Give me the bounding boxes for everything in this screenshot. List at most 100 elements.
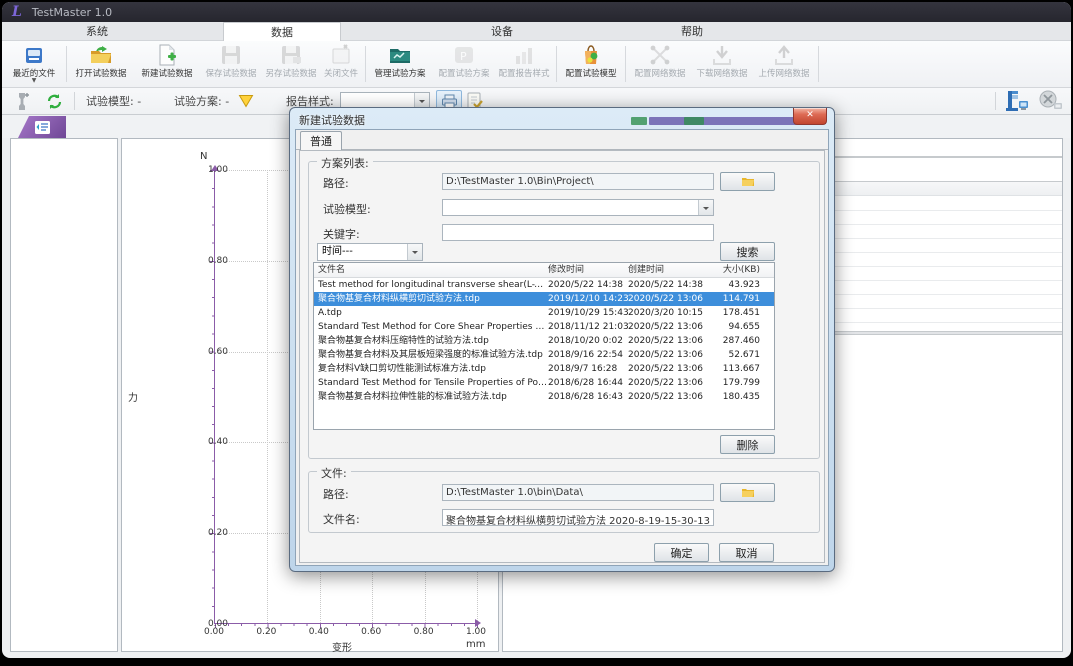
table-row[interactable]: 聚合物基复合材料及其层板短梁强度的标准试验方法.tdp 2018/9/16 22… [314,348,774,362]
glass-reflection [631,117,647,125]
folder-browse-icon [741,487,755,498]
col-modified[interactable]: 修改时间 [548,263,628,277]
x-tick-label: 1.00 [456,627,496,637]
tab-system[interactable]: 系统 [42,22,152,41]
save-as-data-icon [279,43,303,67]
table-row[interactable]: 聚合物基复合材料压缩特性的试验方法.tdp 2018/10/20 0:02 20… [314,334,774,348]
network-download-icon [710,43,734,67]
new-data-icon [155,43,179,67]
file-browse-button[interactable] [720,483,775,502]
recent-files-button[interactable]: 最近的文件 ▼ [5,43,63,86]
ok-button[interactable]: 确定 [654,543,709,562]
app-logo-icon: L [12,4,22,20]
specimen-button[interactable] [14,88,32,114]
ribbon-divider [818,46,819,82]
x-tick-label: 0.60 [351,627,391,637]
manage-scheme-button[interactable]: 管理试验方案 [368,43,432,86]
y-axis-title: 力 [128,389,138,404]
x-axis-arrow [475,619,485,627]
report-style-label: 配置报告样式 [498,67,549,79]
tab-device[interactable]: 设备 [447,22,557,41]
save-as-data-label: 另存试验数据 [265,67,316,79]
filter-icon [238,94,254,108]
table-row[interactable]: A.tdp 2019/10/29 15:43 2020/3/20 10:15 1… [314,306,774,320]
col-size[interactable]: 大小(KB) [708,263,766,277]
new-data-button[interactable]: 新建试验数据 [135,43,199,86]
search-button[interactable]: 搜索 [720,242,775,261]
cancel-button[interactable]: 取消 [719,543,774,562]
new-test-data-dialog: 新建试验数据 ✕ 普通 方案列表: 路径: D:\TestMaster 1.0\… [289,107,835,572]
screenshot-frame: L TestMaster 1.0 系统 数据 设备 帮助 最近的文件 ▼ 打开试… [0,0,1073,666]
x-axis-title: 变形 [332,639,352,654]
time-filter-select[interactable]: 时间--- [317,243,423,261]
y-axis-unit: N [200,151,207,162]
dialog-close-button[interactable]: ✕ [793,108,827,125]
keyword-label: 关键字: [323,226,360,242]
config-scheme-icon: P [452,43,476,67]
config-model-icon [579,43,603,67]
table-row[interactable]: 复合材料V缺口剪切性能测试标准方法.tdp 2018/9/7 16:28 202… [314,362,774,376]
machine-status-button[interactable] [1005,88,1031,114]
save-as-data-button: 另存试验数据 [261,43,321,86]
network-disconnected-icon [1038,90,1064,112]
test-data-document-icon [34,120,51,135]
chevron-down-icon [698,200,713,215]
network-config-icon [648,43,672,67]
keyword-input[interactable] [442,224,714,241]
refresh-button[interactable] [46,88,63,114]
table-row[interactable]: Standard Test Method for Tensile Propert… [314,376,774,390]
file-path-label: 路径: [323,486,349,502]
folder-browse-icon [741,176,755,187]
title-bar: L TestMaster 1.0 [2,2,1071,22]
table-row-selected[interactable]: 聚合物基复合材料纵横剪切试验方法.tdp 2019/12/10 14:23 20… [314,292,774,306]
y-tick-label: 1.00 [188,165,228,175]
close-file-button: 关闭文件 [319,43,363,86]
dialog-title-bar[interactable]: 新建试验数据 ✕ [290,108,834,129]
document-tab[interactable] [18,116,66,138]
dialog-tab-general[interactable]: 普通 [300,131,342,151]
open-data-button[interactable]: 打开试验数据 [69,43,133,86]
config-scheme-label: 配置试验方案 [438,67,489,79]
file-list-panel[interactable] [10,138,118,652]
scheme-browse-button[interactable] [720,172,775,191]
table-row[interactable]: 聚合物基复合材料拉伸性能的标准试验方法.tdp 2018/6/28 16:43 … [314,390,774,404]
test-model-value [443,200,446,211]
file-group: 文件: 路径: D:\TestMaster 1.0\bin\Data\ 文件名:… [308,471,820,533]
open-data-icon [89,43,113,67]
tab-data[interactable]: 数据 [223,22,341,41]
scheme-list-group: 方案列表: 路径: D:\TestMaster 1.0\Bin\Project\… [308,161,820,459]
delete-button[interactable]: 删除 [720,435,775,454]
file-path-field[interactable]: D:\TestMaster 1.0\bin\Data\ [442,484,714,501]
network-status-button[interactable] [1038,88,1064,114]
scheme-path-label: 路径: [323,175,349,191]
glass-reflection [649,117,813,125]
ribbon-divider [365,46,366,82]
manage-scheme-icon [388,43,412,67]
time-filter-value: 时间--- [318,246,353,257]
app-window: L TestMaster 1.0 系统 数据 设备 帮助 最近的文件 ▼ 打开试… [2,2,1071,658]
table-row[interactable]: Standard Test Method for Core Shear Prop… [314,320,774,334]
network-upload-icon [772,43,796,67]
y-tick-label: 0.80 [188,256,228,266]
chevron-down-icon: ▼ [32,79,37,83]
specimen-icon [14,91,32,111]
recent-files-icon [22,43,46,67]
x-tick-label: 0.20 [246,627,286,637]
dialog-tab-page: 方案列表: 路径: D:\TestMaster 1.0\Bin\Project\… [299,150,825,563]
config-scheme-button: P 配置试验方案 [434,43,494,86]
col-filename[interactable]: 文件名 [314,263,548,277]
close-file-icon [329,43,353,67]
test-model-select[interactable] [442,199,714,216]
filename-label: 文件名: [323,511,360,527]
filter-button[interactable] [238,88,254,114]
col-created[interactable]: 创建时间 [628,263,708,277]
filename-input[interactable]: 聚合物基复合材料纵横剪切试验方法 2020-8-19-15-30-13 [442,509,714,526]
network-download-button: 下载网络数据 [692,43,752,86]
open-data-label: 打开试验数据 [75,67,126,79]
tab-help[interactable]: 帮助 [637,22,747,41]
new-data-label: 新建试验数据 [141,67,192,79]
save-data-label: 保存试验数据 [205,67,256,79]
table-row[interactable]: Test method for longitudinal transverse … [314,278,774,292]
scheme-path-field[interactable]: D:\TestMaster 1.0\Bin\Project\ [442,173,714,190]
config-model-button[interactable]: 配置试验模型 [559,43,623,86]
